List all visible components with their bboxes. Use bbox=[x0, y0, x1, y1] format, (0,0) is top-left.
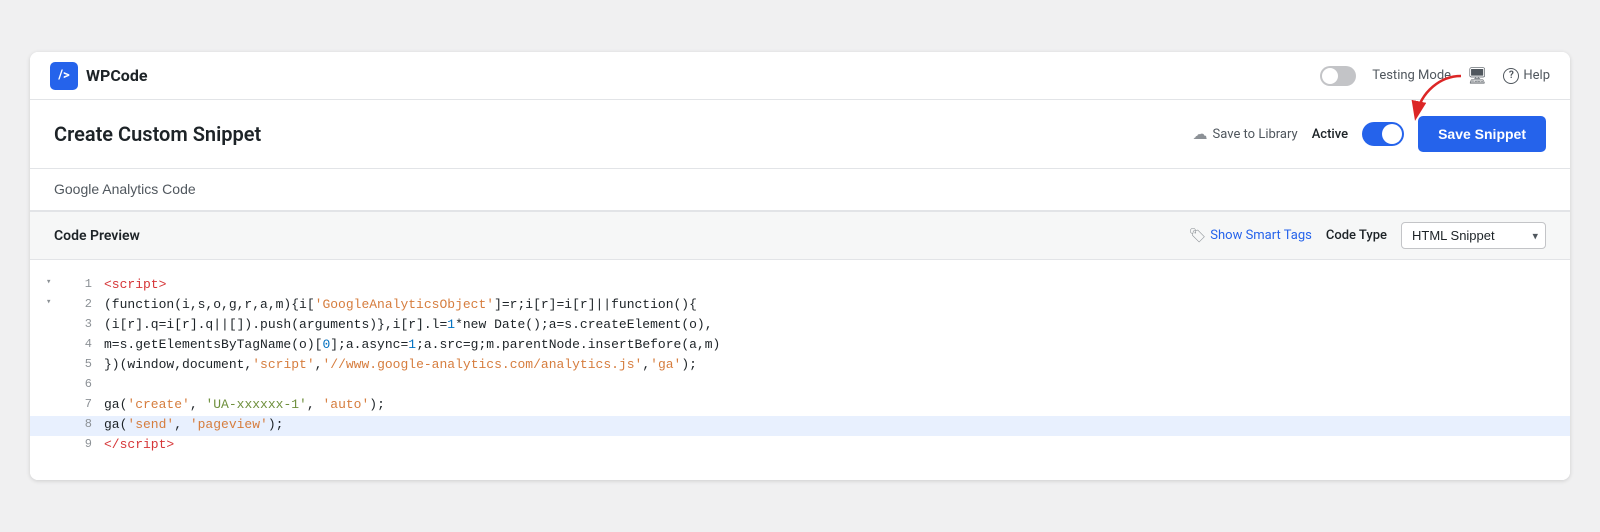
code-line-1: ▾ 1 <script> bbox=[30, 276, 1570, 296]
line-controls-8: ▾ bbox=[46, 417, 64, 427]
code-line-2: ▾ 2 (function(i,s,o,g,r,a,m){i['GoogleAn… bbox=[30, 296, 1570, 316]
top-bar: /> WPCode Testing Mode 🖥 ? Help bbox=[30, 52, 1570, 100]
page-header: Create Custom Snippet ☁ Save to Library … bbox=[30, 100, 1570, 169]
line-number-6: 6 bbox=[76, 377, 92, 391]
main-container: /> WPCode Testing Mode 🖥 ? Help Create C… bbox=[30, 52, 1570, 480]
smart-tags-label: Show Smart Tags bbox=[1210, 228, 1312, 243]
line-controls-2: ▾ bbox=[46, 297, 64, 307]
help-link[interactable]: ? Help bbox=[1503, 68, 1550, 84]
line-number-9: 9 bbox=[76, 437, 92, 451]
help-label: Help bbox=[1523, 68, 1550, 83]
snippet-name-input[interactable] bbox=[54, 181, 1546, 197]
active-label: Active bbox=[1312, 127, 1348, 142]
save-to-library-button[interactable]: ☁ Save to Library bbox=[1193, 125, 1298, 143]
testing-mode-toggle[interactable] bbox=[1320, 66, 1356, 86]
tag-icon: 🏷 bbox=[1189, 228, 1207, 244]
line-controls-4: ▾ bbox=[46, 337, 64, 347]
save-to-library-label: Save to Library bbox=[1213, 127, 1298, 142]
code-line-7: ▾ 7 ga('create', 'UA-xxxxxx-1', 'auto'); bbox=[30, 396, 1570, 416]
code-editor[interactable]: ▾ 1 <script> ▾ 2 (function(i,s,o,g,r,a,m… bbox=[30, 260, 1570, 480]
code-line-9: ▾ 9 </script> bbox=[30, 436, 1570, 456]
page-title: Create Custom Snippet bbox=[54, 122, 261, 146]
line-content-1: <script> bbox=[104, 277, 1554, 292]
line-number-7: 7 bbox=[76, 397, 92, 411]
line-content-4: m=s.getElementsByTagName(o)[0];a.async=1… bbox=[104, 337, 1554, 352]
line-controls-7: ▾ bbox=[46, 397, 64, 407]
arrow-container: Save Snippet bbox=[1418, 116, 1546, 152]
line-number-1: 1 bbox=[76, 277, 92, 291]
wpcode-logo-icon: /> bbox=[50, 62, 78, 90]
code-type-label: Code Type bbox=[1326, 228, 1387, 243]
line-content-6 bbox=[104, 377, 1554, 392]
line-number-8: 8 bbox=[76, 417, 92, 431]
line-controls-3: ▾ bbox=[46, 317, 64, 327]
line-controls-6: ▾ bbox=[46, 377, 64, 387]
active-toggle[interactable] bbox=[1362, 122, 1404, 146]
logo-area: /> WPCode bbox=[50, 62, 147, 90]
logo-text: WPCode bbox=[86, 66, 147, 85]
line-content-9: </script> bbox=[104, 437, 1554, 452]
code-line-6: ▾ 6 bbox=[30, 376, 1570, 396]
line-number-3: 3 bbox=[76, 317, 92, 331]
code-preview-title: Code Preview bbox=[54, 228, 140, 244]
line-content-8: ga('send', 'pageview'); bbox=[104, 417, 1554, 432]
header-actions: ☁ Save to Library Active Save Snippet bbox=[1193, 116, 1546, 152]
line-controls-9: ▾ bbox=[46, 437, 64, 447]
code-line-4: ▾ 4 m=s.getElementsByTagName(o)[0];a.asy… bbox=[30, 336, 1570, 356]
save-snippet-button[interactable]: Save Snippet bbox=[1418, 116, 1546, 152]
code-line-8: ▾ 8 ga('send', 'pageview'); bbox=[30, 416, 1570, 436]
line-controls-5: ▾ bbox=[46, 357, 64, 367]
line-content-2: (function(i,s,o,g,r,a,m){i['GoogleAnalyt… bbox=[104, 297, 1554, 312]
red-arrow-annotation bbox=[1411, 71, 1471, 121]
code-line-5: ▾ 5 })(window,document,'script','//www.g… bbox=[30, 356, 1570, 376]
show-smart-tags-button[interactable]: 🏷 Show Smart Tags bbox=[1189, 228, 1312, 244]
line-number-4: 4 bbox=[76, 337, 92, 351]
line-content-5: })(window,document,'script','//www.googl… bbox=[104, 357, 1554, 372]
code-type-select-wrapper: HTML Snippet PHP Snippet CSS Snippet Jav… bbox=[1401, 222, 1546, 249]
code-type-select[interactable]: HTML Snippet PHP Snippet CSS Snippet Jav… bbox=[1401, 222, 1546, 249]
code-preview-header: Code Preview 🏷 Show Smart Tags Code Type… bbox=[30, 211, 1570, 260]
help-circle-icon: ? bbox=[1503, 68, 1519, 84]
snippet-name-area bbox=[30, 169, 1570, 211]
cloud-icon: ☁ bbox=[1193, 125, 1208, 143]
code-preview-right: 🏷 Show Smart Tags Code Type HTML Snippet… bbox=[1189, 222, 1547, 249]
line-number-5: 5 bbox=[76, 357, 92, 371]
line-controls-1: ▾ bbox=[46, 277, 64, 287]
fold-arrow-1[interactable]: ▾ bbox=[46, 277, 51, 287]
line-content-7: ga('create', 'UA-xxxxxx-1', 'auto'); bbox=[104, 397, 1554, 412]
fold-arrow-2[interactable]: ▾ bbox=[46, 297, 51, 307]
line-content-3: (i[r].q=i[r].q||[]).push(arguments)},i[r… bbox=[104, 317, 1554, 332]
code-line-3: ▾ 3 (i[r].q=i[r].q||[]).push(arguments)}… bbox=[30, 316, 1570, 336]
line-number-2: 2 bbox=[76, 297, 92, 311]
